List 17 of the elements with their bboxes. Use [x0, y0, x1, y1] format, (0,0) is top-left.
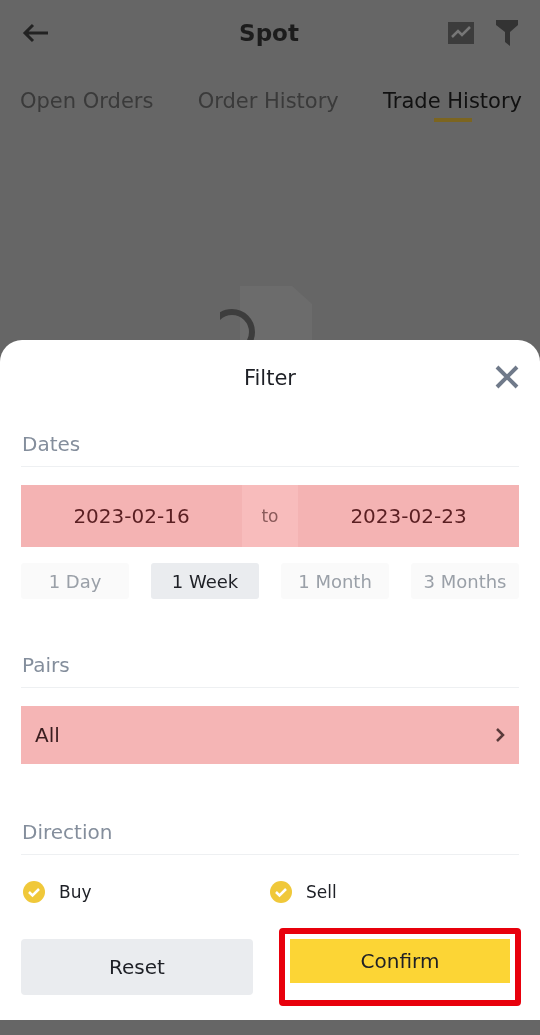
- page-title: Spot: [238, 20, 300, 46]
- confirm-button[interactable]: Confirm: [290, 939, 510, 983]
- date-separator: to: [242, 485, 298, 547]
- pairs-value: All: [35, 723, 60, 747]
- pairs-selector[interactable]: All: [21, 706, 519, 764]
- back-arrow-icon[interactable]: [22, 23, 50, 43]
- direction-checkbox[interactable]: Buy: [23, 881, 270, 903]
- reset-button[interactable]: Reset: [21, 939, 253, 995]
- chevron-right-icon: [495, 727, 505, 743]
- sheet-title: Filter: [244, 366, 296, 390]
- period-chip[interactable]: 1 Week: [151, 563, 259, 599]
- section-label: Dates: [21, 416, 519, 467]
- filter-icon[interactable]: [496, 20, 518, 46]
- section-label: Pairs: [21, 637, 519, 688]
- chart-icon[interactable]: [448, 22, 474, 44]
- direction-checkbox[interactable]: Sell: [270, 881, 517, 903]
- section-label: Direction: [21, 804, 519, 855]
